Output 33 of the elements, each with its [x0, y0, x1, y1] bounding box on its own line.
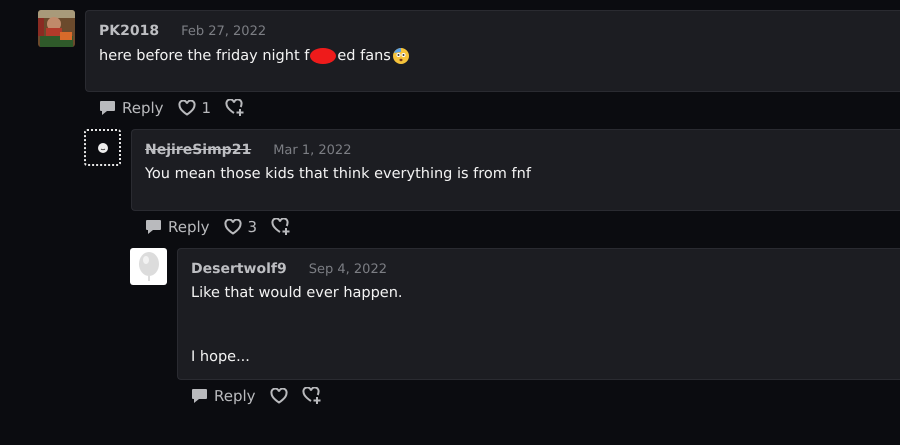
like-button[interactable]: 1	[178, 99, 212, 117]
award-button[interactable]	[225, 99, 246, 117]
award-button[interactable]	[271, 218, 292, 236]
comment-text: I hope...	[191, 349, 250, 365]
comment-date: Feb 27, 2022	[181, 24, 266, 39]
reply-button[interactable]: Reply	[99, 99, 164, 117]
heart-plus-icon	[271, 218, 292, 236]
heart-icon	[270, 388, 288, 404]
award-button[interactable]	[302, 387, 322, 405]
heart-plus-icon	[225, 99, 246, 117]
emoji-icon	[392, 47, 410, 65]
author-name[interactable]: NejireSimp21	[145, 142, 252, 158]
heart-icon	[178, 100, 196, 116]
reply-button[interactable]: Reply	[191, 387, 256, 405]
heart-icon	[224, 219, 242, 235]
comment-date: Sep 4, 2022	[308, 262, 387, 277]
author-name[interactable]: PK2018	[99, 23, 160, 39]
author-name[interactable]: Desertwolf9	[191, 261, 287, 277]
speech-bubble-icon	[145, 219, 162, 235]
redaction-scribble	[310, 48, 336, 64]
smiley-icon	[98, 142, 108, 152]
comment-date: Mar 1, 2022	[273, 143, 352, 158]
like-button[interactable]: 3	[224, 218, 258, 236]
balloon-icon	[138, 252, 160, 282]
like-button[interactable]	[270, 388, 288, 404]
comment-text: You mean those kids that think everything is from fnf	[145, 166, 531, 182]
comment-text: here before the friday night f	[99, 48, 310, 64]
comment-text: Like that would ever happen.	[191, 285, 403, 301]
comment-text: ed fans	[337, 48, 391, 64]
reply-button[interactable]: Reply	[145, 218, 210, 236]
speech-bubble-icon	[191, 388, 208, 404]
speech-bubble-icon	[99, 100, 116, 116]
heart-plus-icon	[302, 387, 322, 405]
